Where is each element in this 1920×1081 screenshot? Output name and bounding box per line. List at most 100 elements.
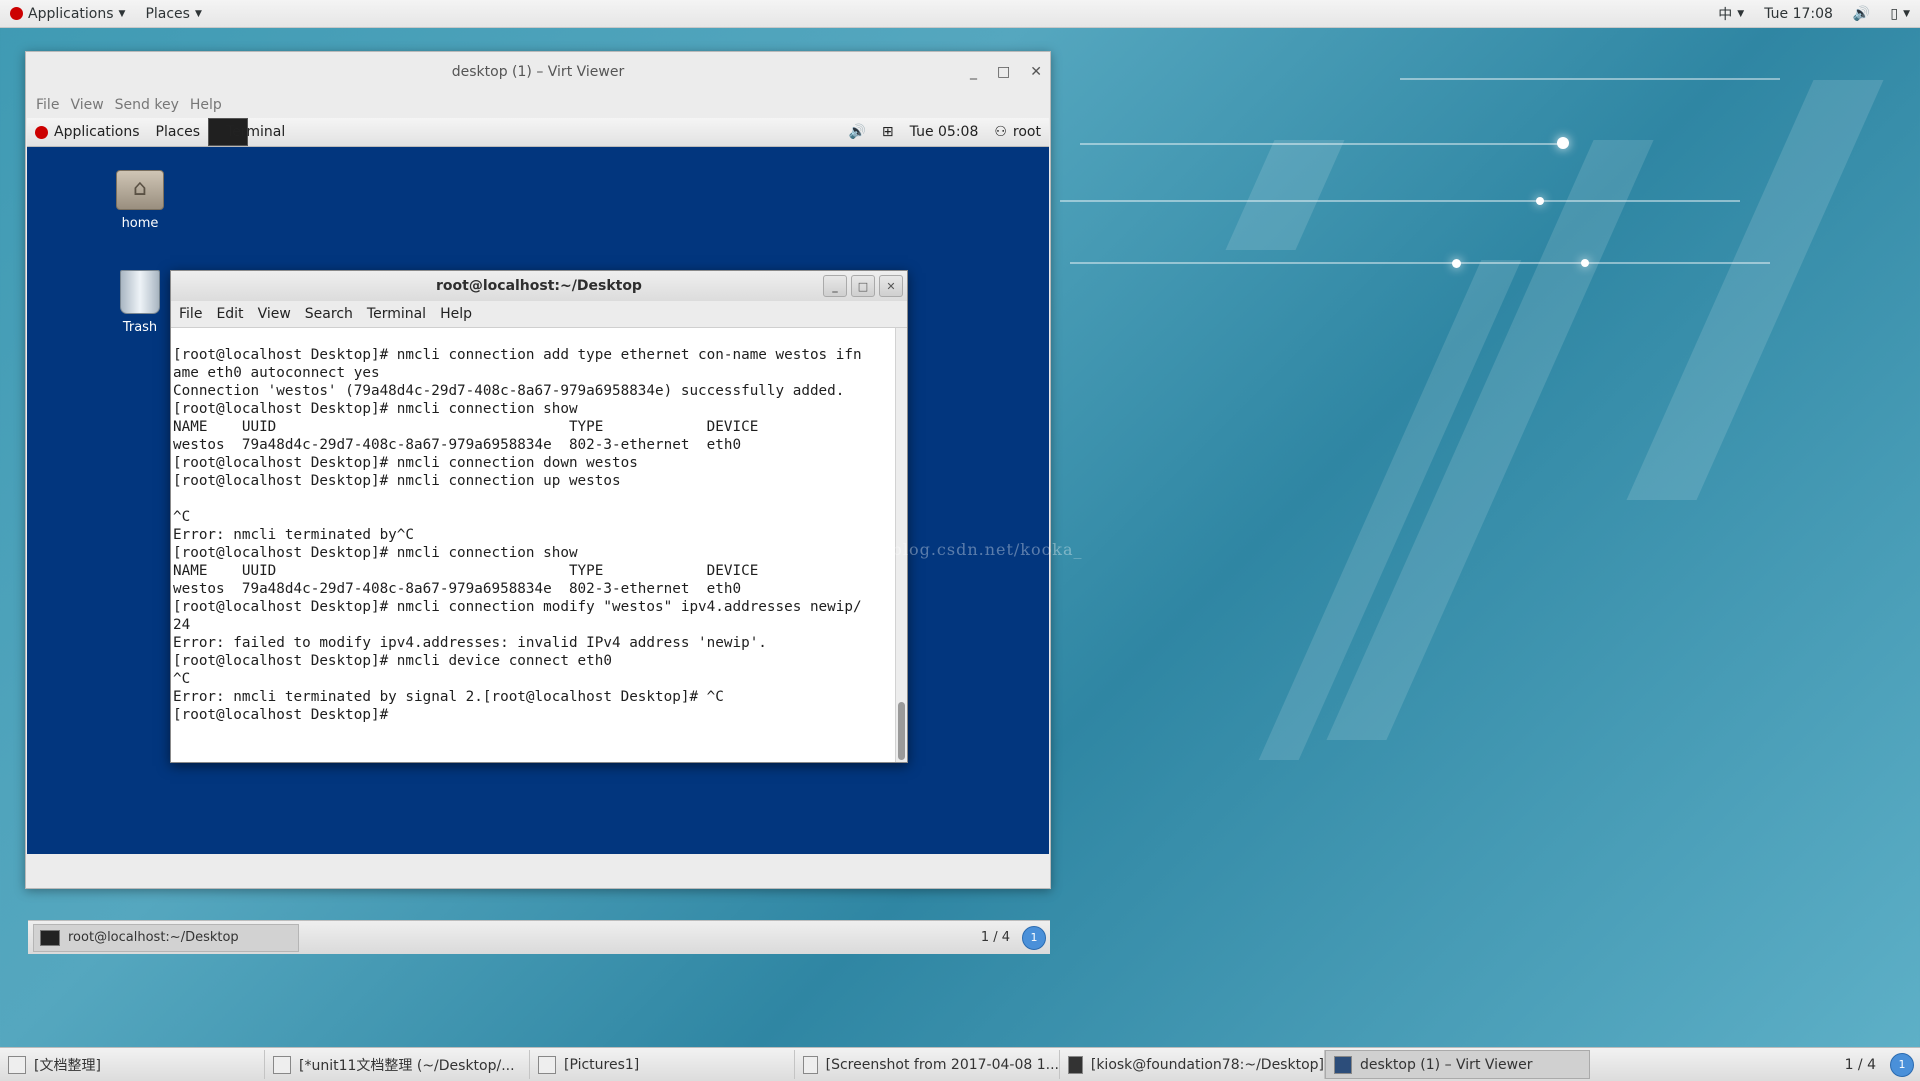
- minimize-icon[interactable]: _: [823, 275, 847, 297]
- virt-viewer-icon: [1334, 1055, 1352, 1074]
- chevron-down-icon: ▼: [1737, 8, 1745, 19]
- guest-terminal-label: Terminal: [226, 124, 286, 140]
- taskbar-item-label: [文档整理]: [34, 1057, 101, 1074]
- terminal-menu-edit[interactable]: Edit: [216, 306, 257, 322]
- terminal-line: [root@localhost Desktop]# nmcli connecti…: [173, 455, 638, 471]
- desktop-icon-label: home: [121, 216, 159, 231]
- guest-places-label: Places: [155, 124, 201, 140]
- desktop-icon-trash[interactable]: Trash: [100, 270, 180, 335]
- redhat-logo-icon: [10, 7, 23, 20]
- terminal-window: root@localhost:~/Desktop _ □ ✕ File Edit…: [170, 270, 908, 763]
- guest-terminal-task[interactable]: Terminal: [208, 118, 285, 146]
- guest-places-menu[interactable]: Places: [148, 118, 209, 146]
- guest-applications-label: Applications: [54, 124, 140, 140]
- terminal-menubar: File Edit View Search Terminal Help: [171, 301, 907, 328]
- terminal-titlebar[interactable]: root@localhost:~/Desktop _ □ ✕: [171, 271, 907, 301]
- terminal-line: [root@localhost Desktop]# nmcli device c…: [173, 653, 612, 669]
- terminal-menu-file[interactable]: File: [179, 306, 216, 322]
- terminal-line: ame eth0 autoconnect yes: [173, 365, 380, 381]
- notification-badge[interactable]: 1: [1890, 1052, 1914, 1077]
- guest-top-panel: Applications Places Terminal 🔊 ⊞ Tue 05:…: [27, 118, 1049, 147]
- notification-badge[interactable]: 1: [1022, 925, 1046, 950]
- terminal-line: 24: [173, 617, 191, 633]
- window-icon: [8, 1055, 26, 1074]
- taskbar-item[interactable]: [kiosk@foundation78:~/Desktop]: [1060, 1050, 1325, 1079]
- network-icon[interactable]: ⊞: [874, 118, 902, 146]
- virt-viewer-titlebar[interactable]: desktop (1) – Virt Viewer _ □ ✕: [26, 52, 1050, 92]
- guest-workspace-indicator[interactable]: 1 / 4: [981, 930, 1010, 945]
- taskbar-item[interactable]: [Pictures1]: [530, 1050, 795, 1079]
- taskbar-item-label: desktop (1) – Virt Viewer: [1360, 1056, 1533, 1073]
- terminal-line: Connection 'westos' (79a48d4c-29d7-408c-…: [173, 383, 845, 399]
- guest-user-label: root: [1012, 124, 1041, 140]
- taskbar-item-active[interactable]: desktop (1) – Virt Viewer: [1325, 1050, 1590, 1079]
- menu-help[interactable]: Help: [188, 97, 231, 113]
- taskbar-item-label: [Pictures1]: [564, 1056, 640, 1073]
- places-label: Places: [145, 5, 190, 22]
- guest-screen[interactable]: Applications Places Terminal 🔊 ⊞ Tue 05:…: [27, 118, 1050, 954]
- guest-clock[interactable]: Tue 05:08: [902, 118, 987, 146]
- input-method-menu[interactable]: 中 ▼: [1708, 0, 1754, 27]
- terminal-menu-search[interactable]: Search: [305, 306, 367, 322]
- volume-icon[interactable]: 🔊: [1843, 0, 1880, 27]
- terminal-line: [root@localhost Desktop]#: [173, 707, 397, 723]
- trash-icon: [120, 270, 160, 314]
- home-folder-icon: [116, 170, 164, 210]
- terminal-line: [root@localhost Desktop]# nmcli connecti…: [173, 347, 862, 363]
- terminal-line: westos 79a48d4c-29d7-408c-8a67-979a69588…: [173, 437, 742, 453]
- desktop-icon-label: Trash: [122, 320, 158, 335]
- image-viewer-icon: [803, 1055, 818, 1074]
- desktop-icon-home[interactable]: home: [100, 170, 180, 231]
- volume-icon[interactable]: 🔊: [840, 118, 873, 146]
- menu-file[interactable]: File: [34, 97, 68, 113]
- terminal-line: Error: nmcli terminated by^C: [173, 527, 415, 543]
- taskbar-item[interactable]: [*unit11文档整理 (~/Desktop/...: [265, 1050, 530, 1079]
- guest-task-label: root@localhost:~/Desktop: [68, 930, 239, 945]
- host-workspace-indicator[interactable]: 1 / 4: [1845, 1057, 1876, 1073]
- input-method-label: 中: [1718, 6, 1733, 23]
- terminal-menu-terminal[interactable]: Terminal: [367, 306, 440, 322]
- redhat-logo-icon: [35, 125, 48, 139]
- close-icon[interactable]: ✕: [1030, 64, 1042, 80]
- taskbar-item-label: [*unit11文档整理 (~/Desktop/...: [299, 1057, 515, 1074]
- chevron-down-icon: ▼: [1903, 8, 1910, 19]
- terminal-title: root@localhost:~/Desktop: [436, 278, 642, 294]
- places-menu[interactable]: Places ▼: [135, 0, 211, 27]
- terminal-menu-help[interactable]: Help: [440, 306, 486, 322]
- minimize-icon[interactable]: _: [970, 64, 977, 80]
- scrollbar-thumb[interactable]: [898, 702, 905, 760]
- guest-clock-label: Tue 05:08: [909, 124, 979, 140]
- terminal-icon: [1068, 1055, 1083, 1074]
- taskbar-item-label: [kiosk@foundation78:~/Desktop]: [1090, 1056, 1324, 1073]
- close-icon[interactable]: ✕: [879, 275, 903, 297]
- clock-label: Tue 17:08: [1764, 5, 1833, 22]
- text-editor-icon: [273, 1055, 291, 1074]
- folder-icon: [538, 1055, 556, 1074]
- terminal-line: [root@localhost Desktop]# nmcli connecti…: [173, 473, 621, 489]
- menu-view[interactable]: View: [68, 97, 112, 113]
- maximize-icon[interactable]: □: [851, 275, 875, 297]
- menu-send-key[interactable]: Send key: [113, 97, 188, 113]
- taskbar-item[interactable]: [Screenshot from 2017-04-08 1...: [795, 1050, 1060, 1079]
- battery-menu[interactable]: ▯ ▼: [1880, 0, 1920, 27]
- terminal-icon: [40, 929, 60, 946]
- taskbar-item[interactable]: [文档整理]: [0, 1050, 265, 1079]
- terminal-line: ^C: [173, 509, 191, 525]
- terminal-line: [root@localhost Desktop]# nmcli connecti…: [173, 401, 578, 417]
- watermark: http://blog.csdn.net/kooka_: [835, 540, 1083, 559]
- chevron-down-icon: ▼: [194, 8, 202, 19]
- terminal-line: westos 79a48d4c-29d7-408c-8a67-979a69588…: [173, 581, 742, 597]
- terminal-output[interactable]: [root@localhost Desktop]# nmcli connecti…: [171, 328, 895, 762]
- terminal-line: ^C: [173, 671, 191, 687]
- maximize-icon[interactable]: □: [997, 64, 1010, 80]
- guest-applications-menu[interactable]: Applications: [27, 118, 148, 146]
- terminal-line: Error: failed to modify ipv4.addresses: …: [173, 635, 767, 651]
- clock[interactable]: Tue 17:08: [1754, 0, 1843, 27]
- top-panel: Applications ▼ Places ▼ 中 ▼ Tue 17:08 🔊 …: [0, 0, 1920, 28]
- terminal-menu-view[interactable]: View: [258, 306, 305, 322]
- guest-user-menu[interactable]: ⚇ root: [986, 118, 1049, 146]
- guest-task-terminal[interactable]: root@localhost:~/Desktop: [33, 923, 299, 952]
- terminal-line: NAME UUID TYPE DEVICE: [173, 419, 759, 435]
- applications-menu[interactable]: Applications ▼: [0, 0, 135, 27]
